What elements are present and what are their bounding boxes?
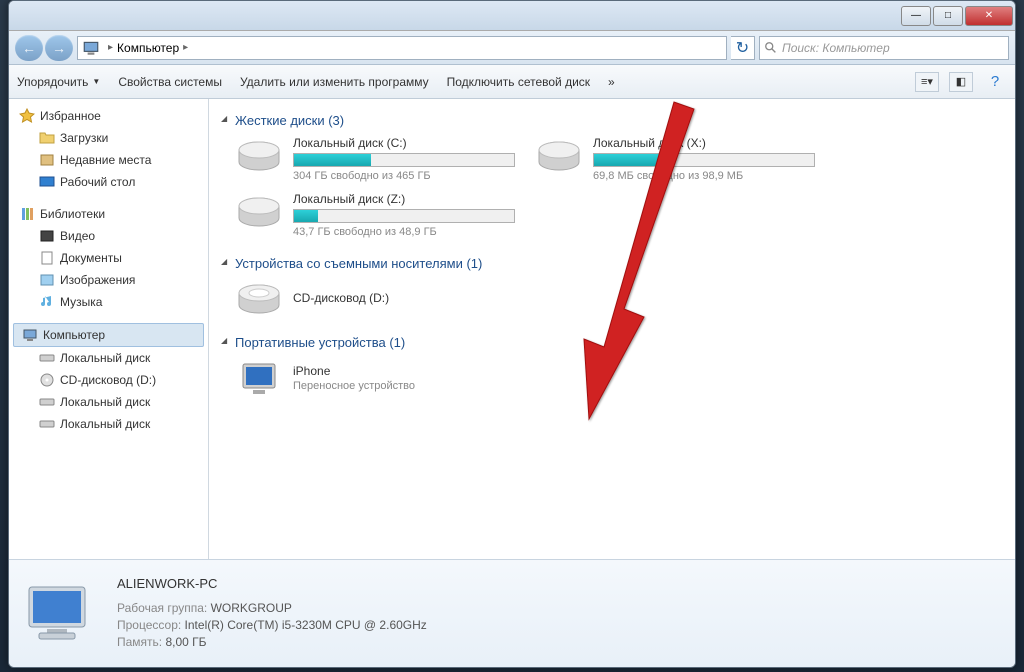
sidebar-item-recent[interactable]: Недавние места xyxy=(9,149,208,171)
sidebar-item-cddrive[interactable]: CD-дисковод (D:) xyxy=(9,369,208,391)
sidebar-item-music[interactable]: Музыка xyxy=(9,291,208,313)
sidebar-item-downloads[interactable]: Загрузки xyxy=(9,127,208,149)
section-removable[interactable]: Устройства со съемными носителями (1) xyxy=(221,250,1003,279)
hdd-icon xyxy=(235,192,283,232)
section-portable[interactable]: Портативные устройства (1) xyxy=(221,329,1003,358)
sidebar-item-desktop[interactable]: Рабочий стол xyxy=(9,171,208,193)
video-icon xyxy=(39,228,55,244)
organize-menu[interactable]: Упорядочить ▼ xyxy=(17,75,100,89)
view-options-button[interactable]: ≡▾ xyxy=(915,72,939,92)
pictures-icon xyxy=(39,272,55,288)
sidebar-item-documents[interactable]: Документы xyxy=(9,247,208,269)
search-input[interactable]: Поиск: Компьютер xyxy=(759,36,1009,60)
libraries-icon xyxy=(19,206,35,222)
uninstall-program-button[interactable]: Удалить или изменить программу xyxy=(240,75,429,89)
navigation-pane: Избранное Загрузки Недавние места Рабочи… xyxy=(9,99,209,559)
sidebar-item-videos[interactable]: Видео xyxy=(9,225,208,247)
disk-icon xyxy=(39,394,55,410)
cd-drive[interactable]: CD-дисковод (D:) xyxy=(221,279,1003,319)
section-hard-disks[interactable]: Жесткие диски (3) xyxy=(221,107,1003,136)
usage-bar xyxy=(293,153,515,167)
search-icon xyxy=(764,41,778,55)
folder-icon xyxy=(39,130,55,146)
favorites-group[interactable]: Избранное xyxy=(9,105,208,127)
documents-icon xyxy=(39,250,55,266)
libraries-group[interactable]: Библиотеки xyxy=(9,203,208,225)
content-pane: Жесткие диски (3) Локальный диск (C:) 30… xyxy=(209,99,1015,559)
breadcrumb-location: Компьютер xyxy=(117,41,179,55)
computer-group[interactable]: Компьютер xyxy=(13,323,204,347)
sidebar-item-localdisk2[interactable]: Локальный диск xyxy=(9,391,208,413)
iphone-device[interactable]: iPhone Переносное устройство xyxy=(221,358,1003,398)
maximize-button[interactable]: □ xyxy=(933,6,963,26)
back-button[interactable]: ← xyxy=(15,35,43,61)
desktop-icon xyxy=(39,174,55,190)
disk-icon xyxy=(39,350,55,366)
drive-c[interactable]: Локальный диск (C:) 304 ГБ свободно из 4… xyxy=(235,136,515,182)
toolbar: Упорядочить ▼ Свойства системы Удалить и… xyxy=(9,65,1015,99)
usage-bar xyxy=(293,209,515,223)
sidebar-item-pictures[interactable]: Изображения xyxy=(9,269,208,291)
sidebar-item-localdisk3[interactable]: Локальный диск xyxy=(9,413,208,435)
preview-pane-button[interactable]: ◧ xyxy=(949,72,973,92)
usage-bar xyxy=(593,153,815,167)
music-icon xyxy=(39,294,55,310)
help-button[interactable]: ? xyxy=(983,72,1007,92)
toolbar-overflow[interactable]: » xyxy=(608,75,615,89)
cd-drive-icon xyxy=(235,279,283,319)
computer-icon xyxy=(82,39,100,57)
drive-z[interactable]: Локальный диск (Z:) 43,7 ГБ свободно из … xyxy=(235,192,515,238)
hdd-icon xyxy=(535,136,583,176)
sidebar-item-localdisk[interactable]: Локальный диск xyxy=(9,347,208,369)
recent-icon xyxy=(39,152,55,168)
explorer-window: — □ ✕ ← → ▸ Компьютер ▸ ↻ Поиск: Компьют… xyxy=(8,0,1016,668)
hdd-icon xyxy=(235,136,283,176)
forward-button[interactable]: → xyxy=(45,35,73,61)
star-icon xyxy=(19,108,35,124)
details-pane: ALIENWORK-PC Рабочая группа: WORKGROUP П… xyxy=(9,559,1015,667)
minimize-button[interactable]: — xyxy=(901,6,931,26)
portable-device-icon xyxy=(235,358,283,398)
map-network-drive-button[interactable]: Подключить сетевой диск xyxy=(447,75,590,89)
titlebar: — □ ✕ xyxy=(9,1,1015,31)
address-bar: ← → ▸ Компьютер ▸ ↻ Поиск: Компьютер xyxy=(9,31,1015,65)
cd-icon xyxy=(39,372,55,388)
computer-large-icon xyxy=(21,579,101,649)
computer-icon xyxy=(22,327,38,343)
disk-icon xyxy=(39,416,55,432)
close-button[interactable]: ✕ xyxy=(965,6,1013,26)
system-properties-button[interactable]: Свойства системы xyxy=(118,75,222,89)
breadcrumb[interactable]: ▸ Компьютер ▸ xyxy=(77,36,727,60)
refresh-button[interactable]: ↻ xyxy=(731,36,755,60)
drive-x[interactable]: Локальный диск (X:) 69,8 МБ свободно из … xyxy=(535,136,815,182)
computer-name: ALIENWORK-PC xyxy=(117,576,427,591)
